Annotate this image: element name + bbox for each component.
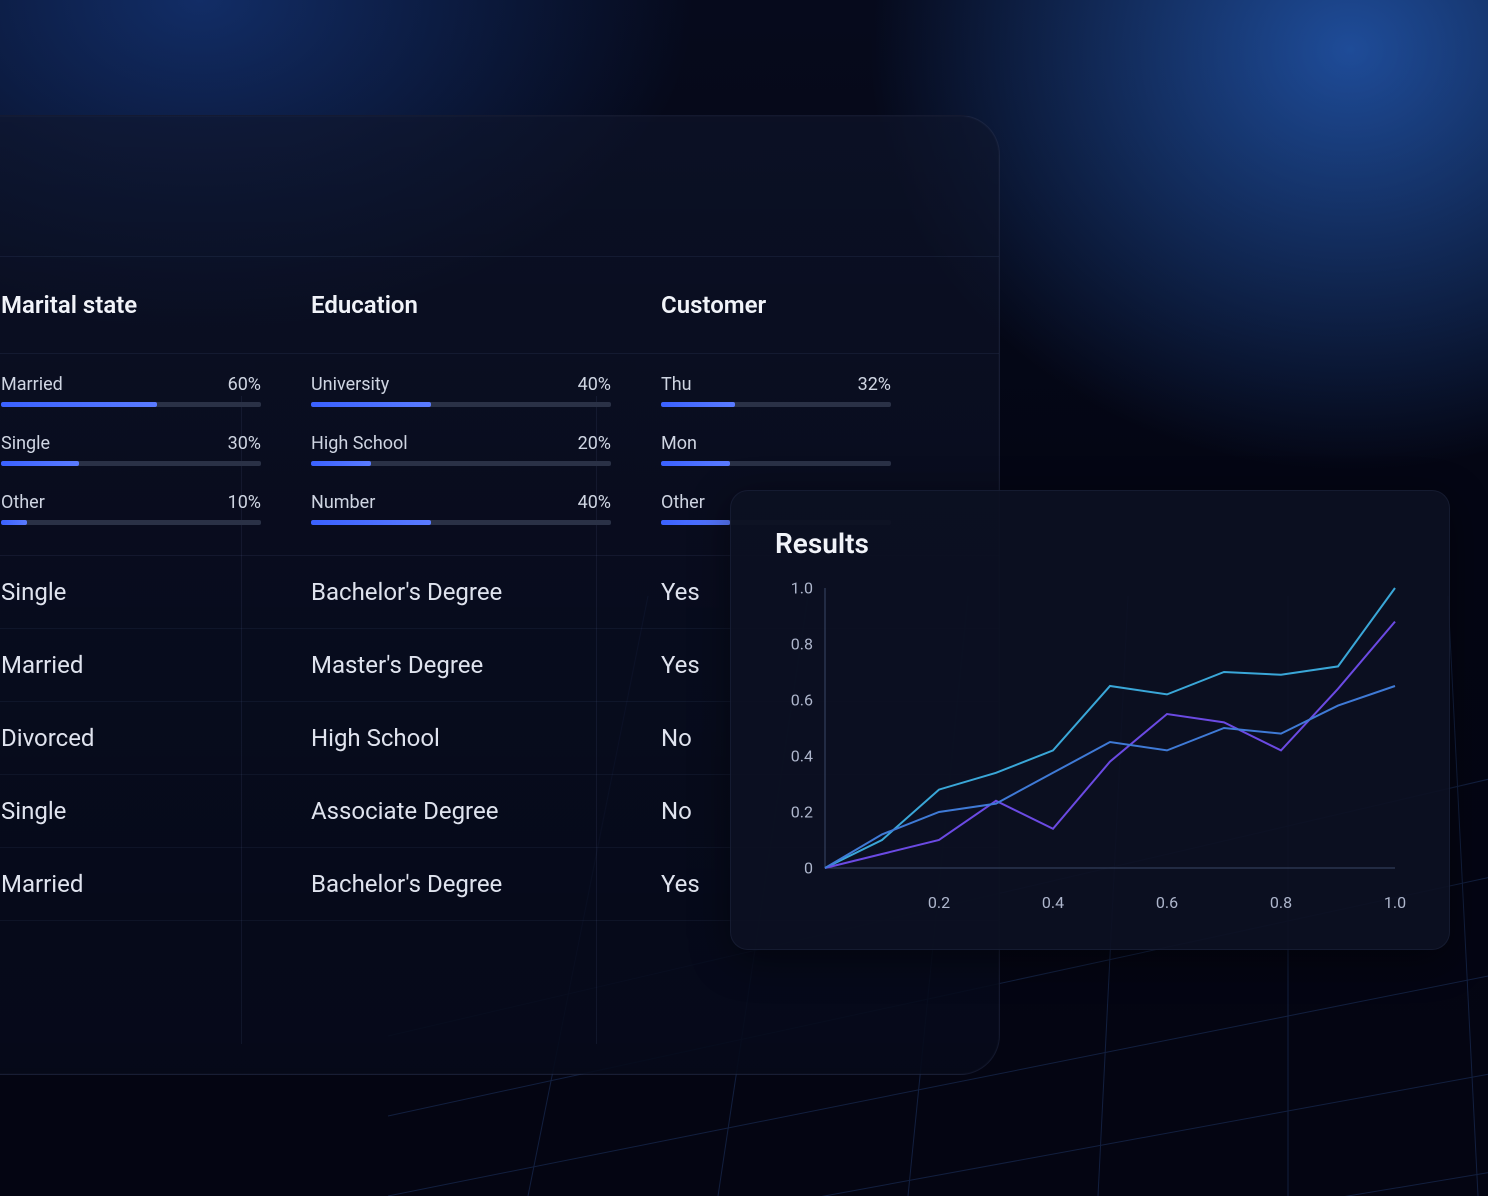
- filter-bar-item[interactable]: Single 30%: [1, 433, 261, 466]
- filter-bar-track: [311, 461, 611, 466]
- filter-bar-fill: [311, 520, 431, 525]
- filter-bar-item[interactable]: Thu 32%: [661, 374, 891, 407]
- filter-label: Other: [1, 492, 45, 513]
- filter-label: University: [311, 374, 389, 395]
- filter-bar-item[interactable]: Married 60%: [1, 374, 261, 407]
- chart-series-line: [825, 622, 1395, 868]
- filter-col-education: University 40% High School 20% Number 40%: [301, 374, 651, 525]
- filter-bar-track: [1, 461, 261, 466]
- filter-pct: 20%: [578, 433, 611, 454]
- filter-label: Married: [1, 374, 63, 395]
- filter-label: Single: [1, 433, 50, 454]
- filter-label: Number: [311, 492, 375, 513]
- col-header-customer: Customer: [651, 291, 931, 319]
- filter-bar-fill: [661, 461, 730, 466]
- cell-education: Master's Degree: [301, 651, 651, 679]
- cell-education: Bachelor's Degree: [301, 578, 651, 606]
- cell-marital: Married: [1, 870, 301, 898]
- filter-pct: 40%: [578, 492, 611, 513]
- filter-bar-track: [311, 402, 611, 407]
- filter-bar-item[interactable]: Other 10%: [1, 492, 261, 525]
- col-header-education: Education: [301, 291, 651, 319]
- filter-bar-track: [311, 520, 611, 525]
- filter-bar-fill: [1, 461, 79, 466]
- filter-label: Other: [661, 492, 705, 513]
- filter-label: High School: [311, 433, 408, 454]
- results-line-chart: 00.20.40.60.81.00.20.40.60.81.0: [785, 578, 1405, 908]
- results-chart-card: Results 00.20.40.60.81.00.20.40.60.81.0: [730, 490, 1450, 950]
- filter-bar-fill: [311, 461, 371, 466]
- column-divider: [596, 396, 597, 1044]
- cell-education: High School: [301, 724, 651, 752]
- filter-bar-fill: [661, 520, 730, 525]
- filter-label: Mon: [661, 433, 697, 454]
- filter-col-marital: Married 60% Single 30% Other 10%: [1, 374, 301, 525]
- filter-pct: 10%: [228, 492, 261, 513]
- cell-marital: Single: [1, 797, 301, 825]
- filter-bar-item[interactable]: University 40%: [311, 374, 611, 407]
- filter-bar-track: [1, 402, 261, 407]
- cell-marital: Married: [1, 651, 301, 679]
- filter-bar-item[interactable]: Number 40%: [311, 492, 611, 525]
- table-header-row: Marital state Education Customer: [0, 257, 999, 353]
- results-title: Results: [775, 527, 1405, 560]
- filter-bar-item[interactable]: Mon: [661, 433, 891, 466]
- filter-bar-fill: [661, 402, 735, 407]
- filter-bar-track: [661, 461, 891, 466]
- cell-education: Bachelor's Degree: [301, 870, 651, 898]
- filter-pct: 40%: [578, 374, 611, 395]
- filter-bar-track: [1, 520, 261, 525]
- cell-marital: Divorced: [1, 724, 301, 752]
- filter-bar-fill: [311, 402, 431, 407]
- filter-bar-track: [661, 402, 891, 407]
- chart-series-line: [825, 588, 1395, 868]
- filter-bar-item[interactable]: High School 20%: [311, 433, 611, 466]
- col-header-marital: Marital state: [1, 291, 301, 319]
- filter-pct: 60%: [228, 374, 261, 395]
- cell-marital: Single: [1, 578, 301, 606]
- chart-svg: [785, 578, 1405, 908]
- cell-education: Associate Degree: [301, 797, 651, 825]
- filter-pct: 32%: [858, 374, 891, 395]
- chart-series-line: [825, 686, 1395, 868]
- filter-bar-fill: [1, 520, 27, 525]
- column-divider: [241, 396, 242, 1044]
- filter-label: Thu: [661, 374, 692, 395]
- filter-pct: 30%: [228, 433, 261, 454]
- filter-bar-fill: [1, 402, 157, 407]
